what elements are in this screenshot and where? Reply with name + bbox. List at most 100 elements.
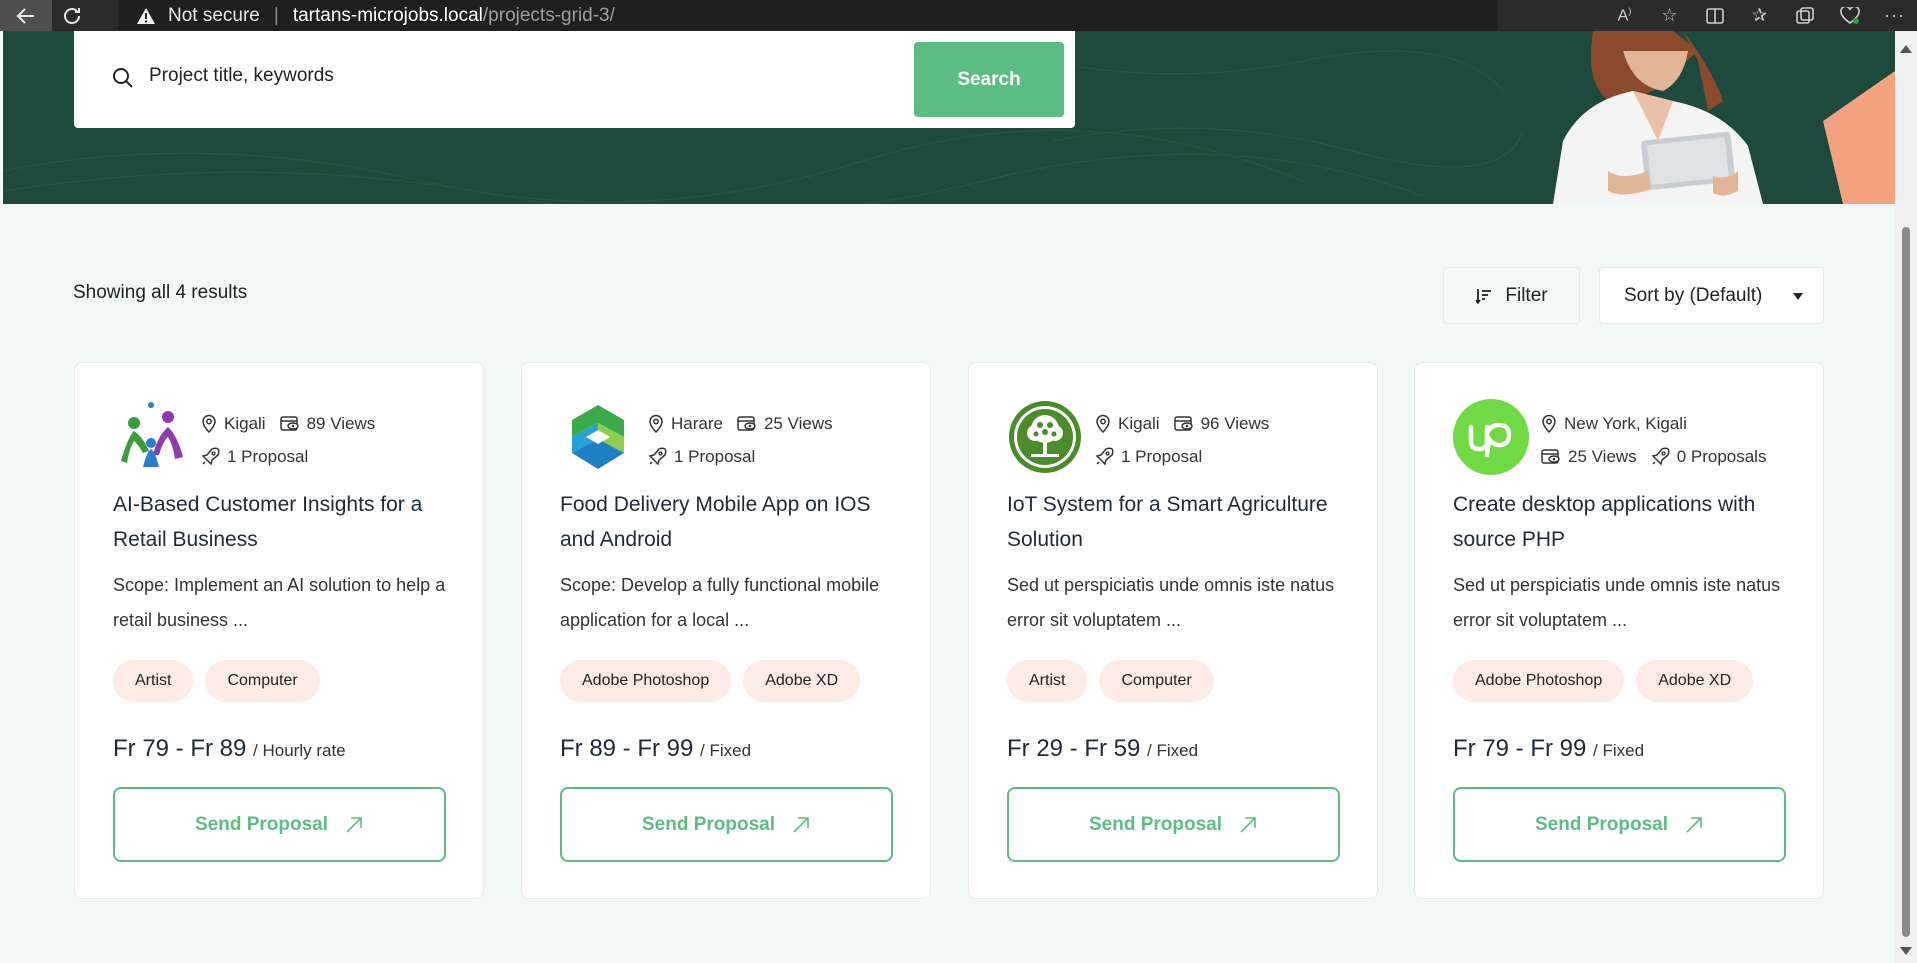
- views-icon: [737, 416, 756, 431]
- proposals-text: 1 Proposal: [674, 446, 756, 466]
- skill-tags: Artist Computer: [113, 660, 320, 702]
- hero-person-image: [1553, 31, 1895, 204]
- skill-tag[interactable]: Adobe XD: [1636, 660, 1754, 702]
- views-text: 96 Views: [1200, 413, 1270, 433]
- views-icon: [1541, 449, 1560, 464]
- views: 89 Views: [279, 414, 375, 434]
- scroll-down-arrow-icon[interactable]: [1900, 947, 1912, 955]
- card-meta: New York, Kigali 25 Views 0 Proposals: [1541, 407, 1811, 473]
- warning-icon: [136, 6, 156, 26]
- arrow-up-right-icon: [1686, 816, 1702, 833]
- skill-tags: Adobe Photoshop Adobe XD: [1453, 660, 1754, 702]
- refresh-button[interactable]: [52, 0, 92, 31]
- browser-actions: A) ☆ ✰ ···: [1602, 0, 1917, 31]
- location-text: Kigali: [224, 413, 266, 433]
- views-text: 25 Views: [1568, 446, 1637, 466]
- sort-dropdown[interactable]: Sort by (Default): [1599, 267, 1824, 324]
- send-proposal-button[interactable]: Send Proposal: [560, 787, 893, 862]
- price-unit: / Fixed: [700, 741, 752, 760]
- price-range: Fr 79 - Fr 99 / Fixed: [1453, 735, 1644, 763]
- read-aloud-button[interactable]: A): [1602, 0, 1647, 31]
- skill-tag[interactable]: Artist: [1007, 660, 1088, 702]
- tree-logo-icon: [1009, 401, 1081, 473]
- price-range: Fr 89 - Fr 99 / Fixed: [560, 735, 751, 763]
- send-proposal-button[interactable]: Send Proposal: [1453, 787, 1786, 862]
- location-pin-icon: [202, 414, 216, 433]
- proposals: 1 Proposal: [201, 447, 308, 467]
- page-scrollbar[interactable]: [1895, 31, 1917, 963]
- sort-label: Sort by (Default): [1624, 284, 1763, 306]
- rocket-icon: [648, 447, 667, 466]
- project-card: Kigali 89 Views 1 Proposal AI-Based Cust…: [74, 362, 484, 899]
- location: Kigali: [1095, 414, 1160, 434]
- send-proposal-label: Send Proposal: [1088, 813, 1223, 835]
- scroll-up-arrow-icon[interactable]: [1900, 45, 1912, 53]
- location-text: New York, Kigali: [1564, 413, 1687, 433]
- more-icon: ···: [1884, 5, 1905, 25]
- hero-banner: Search: [3, 31, 1895, 204]
- views: 25 Views: [737, 414, 833, 434]
- send-proposal-button[interactable]: Send Proposal: [1007, 787, 1340, 862]
- card-meta: Harare 25 Views 1 Proposal: [648, 407, 918, 473]
- filter-button[interactable]: Filter: [1443, 267, 1580, 324]
- card-meta: Kigali 89 Views 1 Proposal: [201, 407, 471, 473]
- favorites-button[interactable]: ✰: [1737, 0, 1782, 31]
- heart-pulse-icon: [1839, 6, 1860, 24]
- skill-tag[interactable]: Computer: [1099, 660, 1214, 702]
- filter-icon: [1475, 288, 1492, 304]
- back-button[interactable]: [0, 0, 52, 31]
- location-pin-icon: [649, 414, 663, 433]
- skill-tag[interactable]: Adobe Photoshop: [560, 660, 732, 702]
- skill-tags: Artist Computer: [1007, 660, 1214, 702]
- arrow-up-right-icon: [793, 816, 809, 833]
- project-title[interactable]: AI-Based Customer Insights for a Retail …: [113, 487, 463, 557]
- more-button[interactable]: ···: [1872, 0, 1917, 31]
- skill-tag[interactable]: Adobe XD: [743, 660, 861, 702]
- read-aloud-icon: A): [1617, 5, 1632, 25]
- price-unit: / Fixed: [1593, 741, 1645, 760]
- views-icon: [279, 416, 299, 431]
- star-icon: ☆: [1661, 5, 1678, 25]
- price-unit: / Fixed: [1147, 741, 1199, 760]
- project-card: New York, Kigali 25 Views 0 Proposals Cr…: [1414, 362, 1824, 899]
- skill-tag[interactable]: Artist: [113, 660, 194, 702]
- price-text: Fr 79 - Fr 99: [1453, 735, 1587, 762]
- search-icon: [113, 68, 133, 88]
- location: Harare: [648, 414, 723, 434]
- views: 25 Views: [1541, 447, 1637, 467]
- split-screen-button[interactable]: [1692, 0, 1737, 31]
- card-meta: Kigali 96 Views 1 Proposal: [1095, 407, 1365, 473]
- location: New York, Kigali: [1541, 414, 1687, 434]
- search-box: Search: [74, 31, 1075, 128]
- project-card: Kigali 96 Views 1 Proposal IoT System fo…: [968, 362, 1378, 899]
- address-bar[interactable]: Not secure | tartans-microjobs.local/pro…: [118, 0, 1498, 31]
- url-path: /projects-grid-3/: [482, 4, 615, 26]
- search-input[interactable]: [149, 51, 949, 101]
- favorite-button[interactable]: ☆: [1647, 0, 1692, 31]
- project-title[interactable]: Create desktop applications with source …: [1453, 487, 1803, 557]
- browser-essentials-button[interactable]: [1827, 0, 1872, 31]
- rocket-icon: [201, 447, 220, 466]
- favorites-list-icon: ✰: [1751, 5, 1768, 25]
- search-button[interactable]: Search: [914, 42, 1064, 117]
- arrow-up-right-icon: [346, 816, 362, 833]
- filter-label: Filter: [1505, 284, 1548, 306]
- browser-toolbar: Not secure | tartans-microjobs.local/pro…: [0, 0, 1917, 31]
- proposals: 1 Proposal: [648, 447, 755, 467]
- skill-tag[interactable]: Computer: [205, 660, 320, 702]
- project-title[interactable]: IoT System for a Smart Agriculture Solut…: [1007, 487, 1357, 557]
- scrollbar-thumb[interactable]: [1902, 227, 1910, 937]
- skill-tags: Adobe Photoshop Adobe XD: [560, 660, 861, 702]
- split-screen-icon: [1705, 7, 1724, 24]
- price-text: Fr 79 - Fr 89: [113, 735, 247, 762]
- send-proposal-label: Send Proposal: [641, 813, 776, 835]
- location-text: Kigali: [1118, 413, 1160, 433]
- send-proposal-label: Send Proposal: [1534, 813, 1669, 835]
- skill-tag[interactable]: Adobe Photoshop: [1453, 660, 1625, 702]
- collections-button[interactable]: [1782, 0, 1827, 31]
- project-title[interactable]: Food Delivery Mobile App on IOS and Andr…: [560, 487, 910, 557]
- send-proposal-button[interactable]: Send Proposal: [113, 787, 446, 862]
- arrow-up-right-icon: [1240, 816, 1256, 833]
- rocket-icon: [1651, 447, 1670, 466]
- arrow-left-icon: [16, 7, 34, 24]
